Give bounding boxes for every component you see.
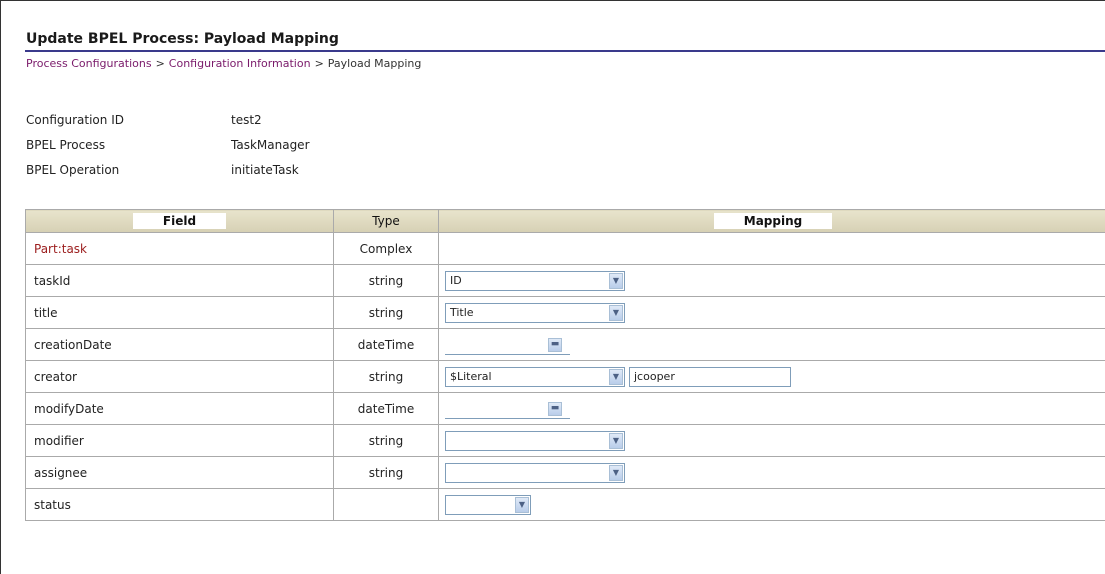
field-type: dateTime <box>333 328 439 361</box>
field-name: modifier <box>25 424 334 457</box>
table-row: modifier string ▼ <box>25 424 1105 457</box>
field-name: assignee <box>25 456 334 489</box>
payload-mapping-table: Field Type Mapping Part:task Complex tas… <box>25 209 1105 521</box>
field-name: creationDate <box>25 328 334 361</box>
field-name: creator <box>25 360 334 393</box>
mapping-cell: Title ▼ <box>438 296 1105 329</box>
field-type: dateTime <box>333 392 439 425</box>
date-picker-creationdate[interactable]: ▬ <box>445 335 570 355</box>
column-header-type: Type <box>333 209 439 233</box>
mapping-select-status[interactable]: ▼ <box>445 494 531 515</box>
mapping-cell: ▼ <box>438 424 1105 457</box>
breadcrumb: Process Configurations > Configuration Inf… <box>26 57 421 70</box>
mapping-cell: ▬ <box>438 392 1105 425</box>
calendar-icon[interactable]: ▬ <box>548 337 562 352</box>
table-row: creationDate dateTime ▬ <box>25 328 1105 361</box>
info-label: BPEL Operation <box>26 163 120 177</box>
column-header-mapping: Mapping <box>438 209 1105 233</box>
mapping-select-taskid[interactable]: ID ▼ <box>445 270 625 291</box>
chevron-down-icon[interactable]: ▼ <box>609 432 623 449</box>
title-divider <box>25 50 1105 52</box>
field-type: string <box>333 360 439 393</box>
field-type: Complex <box>333 232 439 265</box>
info-value: initiateTask <box>231 163 299 177</box>
info-value: TaskManager <box>231 138 310 152</box>
window-border-left <box>0 0 7 574</box>
mapping-cell: $Literal ▼ jcooper <box>438 360 1105 393</box>
date-picker-modifydate[interactable]: ▬ <box>445 399 570 419</box>
column-header-field: Field <box>25 209 334 233</box>
page-title: Update BPEL Process: Payload Mapping <box>26 31 339 47</box>
chevron-down-icon[interactable]: ▼ <box>609 464 623 481</box>
field-name: taskId <box>25 264 334 297</box>
chevron-down-icon[interactable]: ▼ <box>609 272 623 289</box>
mapping-select-creator[interactable]: $Literal ▼ <box>445 366 625 387</box>
literal-value-input[interactable]: jcooper <box>629 366 791 387</box>
field-type: string <box>333 264 439 297</box>
mapping-select-assignee[interactable]: ▼ <box>445 462 625 483</box>
table-row: taskId string ID ▼ <box>25 264 1105 297</box>
field-type: string <box>333 456 439 489</box>
info-label: Configuration ID <box>26 113 124 127</box>
field-name: status <box>25 488 334 521</box>
field-type: string <box>333 424 439 457</box>
table-row: modifyDate dateTime ▬ <box>25 392 1105 425</box>
field-name: title <box>25 296 334 329</box>
field-name: modifyDate <box>25 392 334 425</box>
mapping-cell <box>438 232 1105 265</box>
mapping-cell: ▼ <box>438 488 1105 521</box>
field-type: string <box>333 296 439 329</box>
window-border-top <box>0 0 1105 7</box>
mapping-cell: ID ▼ <box>438 264 1105 297</box>
breadcrumb-process-configurations[interactable]: Process Configurations <box>26 57 152 70</box>
chevron-down-icon[interactable]: ▼ <box>609 368 623 385</box>
info-label: BPEL Process <box>26 138 106 152</box>
breadcrumb-separator: > <box>314 57 324 70</box>
table-row: status ▼ <box>25 488 1105 521</box>
table-header-row: Field Type Mapping <box>25 209 1105 233</box>
calendar-icon[interactable]: ▬ <box>548 401 562 416</box>
table-row: creator string $Literal ▼ jcooper <box>25 360 1105 393</box>
table-row: title string Title ▼ <box>25 296 1105 329</box>
mapping-select-title[interactable]: Title ▼ <box>445 302 625 323</box>
breadcrumb-configuration-information[interactable]: Configuration Information <box>169 57 311 70</box>
breadcrumb-separator: > <box>155 57 165 70</box>
breadcrumb-current: Payload Mapping <box>327 57 422 70</box>
field-name: Part:task <box>25 232 334 265</box>
info-value: test2 <box>231 113 262 127</box>
mapping-select-modifier[interactable]: ▼ <box>445 430 625 451</box>
table-row: Part:task Complex <box>25 232 1105 265</box>
table-row: assignee string ▼ <box>25 456 1105 489</box>
chevron-down-icon[interactable]: ▼ <box>609 304 623 321</box>
mapping-cell: ▬ <box>438 328 1105 361</box>
field-type <box>333 488 439 521</box>
chevron-down-icon[interactable]: ▼ <box>515 496 529 513</box>
mapping-cell: ▼ <box>438 456 1105 489</box>
